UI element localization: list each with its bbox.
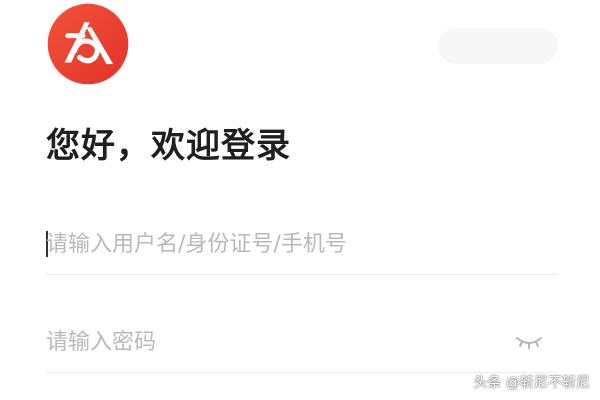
username-input[interactable] [46,222,486,266]
page-title: 您好，欢迎登录 [46,126,291,166]
watermark-text: 头条 @斩尼不斩尼 [473,375,590,391]
eye-closed-icon[interactable] [514,330,544,354]
password-field [46,312,558,373]
username-field [46,214,558,275]
app-logo-icon [46,2,130,86]
top-right-pill [438,28,558,64]
password-input[interactable] [46,320,486,364]
